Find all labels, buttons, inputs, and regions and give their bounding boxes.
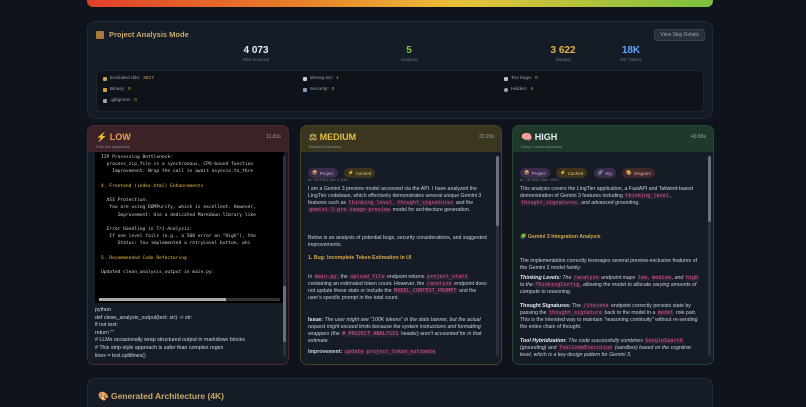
filter-excluded-dirs: Excluded dirs: 3617	[103, 76, 154, 81]
skip-breakdown: Excluded dirs: 3617 Binary: 0 .gitignore…	[96, 70, 704, 112]
high-level-column: 🧠 HIGH Deep + code execution 40.88s 📦 Pr…	[512, 125, 714, 365]
high-intro: This analysis covers the LingTier applic…	[520, 186, 694, 206]
medium-title: ⚖ MEDIUM	[309, 132, 357, 142]
architecture-section: 🎨 Generated Architecture (4K)	[87, 378, 713, 407]
stat-est-tokens: 18K Est. Tokens	[620, 45, 642, 62]
token-meta: In: 18 006 | Out: 1 516	[308, 177, 348, 182]
high-title: 🧠 HIGH	[521, 132, 558, 142]
sig-chip: 🔗 Sig	[593, 168, 616, 178]
code-text-line: lines = text.splitlines()	[95, 352, 146, 359]
medium-issue: Issue: The user might see "100K tokens" …	[308, 317, 482, 344]
low-column-body: IIP Processing Bottleneck: process_zip_f…	[88, 152, 288, 364]
high-summary: The implementation correctly leverages s…	[520, 258, 698, 271]
filter-gitignore: .gitignore: 0	[103, 98, 137, 103]
filter-wrong-ext: Wrong ext: 1	[303, 76, 339, 81]
code-line: Improvement: Use a dedicated Markdown li…	[101, 212, 256, 218]
diagram-chip: 🎨 Diagram	[622, 168, 655, 178]
high-thinking-levels: Thinking Levels: The /analyze endpoint m…	[520, 275, 700, 295]
high-scrollbar[interactable]	[708, 156, 711, 356]
filter-security: Security: 0	[303, 87, 334, 92]
code-line: Status: You implemented a retryLevel but…	[101, 241, 251, 247]
code-line: 5. Recommended Code Refactoring	[101, 255, 187, 261]
shield-icon	[303, 87, 307, 92]
code-text-line: # LLMs occasionally wrap structured outp…	[95, 337, 245, 344]
code-text-line: return ""	[95, 329, 115, 336]
stat-analyzed: 5 Analyzed	[400, 45, 418, 62]
code-text-line: # This strip-style approach is safer tha…	[95, 344, 224, 351]
high-column-header: 🧠 HIGH Deep + code execution 40.88s	[513, 126, 713, 152]
filter-too-large: Too large: 0	[504, 76, 538, 81]
project-analysis-panel: Project Analysis Mode View Skip Details …	[87, 21, 713, 119]
code-line: XSS Protection:	[101, 198, 149, 204]
medium-intro: I am a Gemini 3 preview model accessed v…	[308, 186, 482, 213]
low-level-column: ⚡ LOW Fast but superficial 11.81s IIP Pr…	[87, 125, 289, 365]
architecture-title: 🎨 Generated Architecture (4K)	[98, 391, 225, 401]
high-tool-hybridization: Tool Hybridization: The code successfull…	[520, 338, 692, 358]
code-line: Error Handling in Tri-Analysis:	[101, 227, 193, 233]
filter-binary: Binary: 0	[103, 87, 131, 92]
medium-column-body: 📦 Project ⚡ Cached In: 18 006 | Out: 1 5…	[301, 152, 501, 364]
code-line: You are using DOMPurify, which is excell…	[101, 205, 256, 211]
filter-hidden: Hidden: 4	[504, 87, 533, 92]
code-line: Improvement: Wrap the call in await asyn…	[101, 169, 254, 175]
panel-title: Project Analysis Mode	[96, 30, 189, 39]
view-skip-details-button[interactable]: View Skip Details	[654, 29, 705, 41]
medium-column-header: ⚖ MEDIUM Balanced analysis 22.20s	[301, 126, 501, 152]
document-icon	[303, 76, 307, 81]
code-block: IIP Processing Bottleneck: process_zip_f…	[95, 152, 284, 303]
high-heading-1: 🧩 Gemini 3 Integration Analysis	[520, 234, 601, 240]
code-line: process_zip_file is a synchronous, CPU-b…	[101, 162, 254, 168]
package-icon	[96, 30, 104, 39]
medium-summary: Below is an analysis of potential bugs, …	[308, 235, 487, 248]
medium-level-column: ⚖ MEDIUM Balanced analysis 22.20s 📦 Proj…	[300, 125, 502, 365]
code-line: If one level fails (e.g., a 500 error on…	[101, 234, 256, 240]
stat-files-scanned: 4 073 Files Scanned	[242, 45, 270, 62]
low-title: ⚡ LOW	[96, 132, 131, 142]
code-text-line: python	[95, 307, 111, 313]
code-text-line: def clean_analysis_output(text: str) -> …	[95, 314, 193, 321]
code-line: IIP Processing Bottleneck:	[101, 155, 173, 160]
code-text-line: if not text:	[95, 322, 118, 329]
code-line: 4. Frontend (index.html) Enhancements	[101, 183, 204, 189]
progress-gradient-bar	[87, 0, 713, 7]
chart-icon	[504, 76, 508, 81]
high-column-body: 📦 Project ⚡ Cached 🔗 Sig 🎨 Diagram In: 1…	[513, 152, 713, 364]
low-scrollbar[interactable]	[283, 156, 286, 356]
medium-heading-1: 1. Bug: Incomplete Token Estimation in U…	[308, 255, 412, 261]
file-icon	[103, 98, 107, 103]
token-meta: In: 18 006 | Out: 1293	[520, 177, 559, 182]
horizontal-scrollbar[interactable]	[99, 298, 280, 301]
code-line: Updated clean_analysis_output in main.py…	[101, 270, 215, 276]
low-column-header: ⚡ LOW Fast but superficial 11.81s	[88, 126, 288, 152]
medium-scrollbar[interactable]	[496, 156, 499, 356]
cached-chip: ⚡ Cached	[556, 168, 588, 178]
medium-improvement: Improvement: update project_token_estima…	[308, 349, 437, 355]
eye-icon	[504, 87, 508, 92]
folder-icon	[103, 76, 107, 81]
cached-chip: ⚡ Cached	[344, 168, 376, 178]
high-thought-signatures: Thought Signatures: The /iterate endpoin…	[520, 303, 698, 330]
lock-icon	[103, 87, 107, 92]
medium-bug-description: In main.py, the upload_file endpoint ret…	[308, 274, 487, 301]
